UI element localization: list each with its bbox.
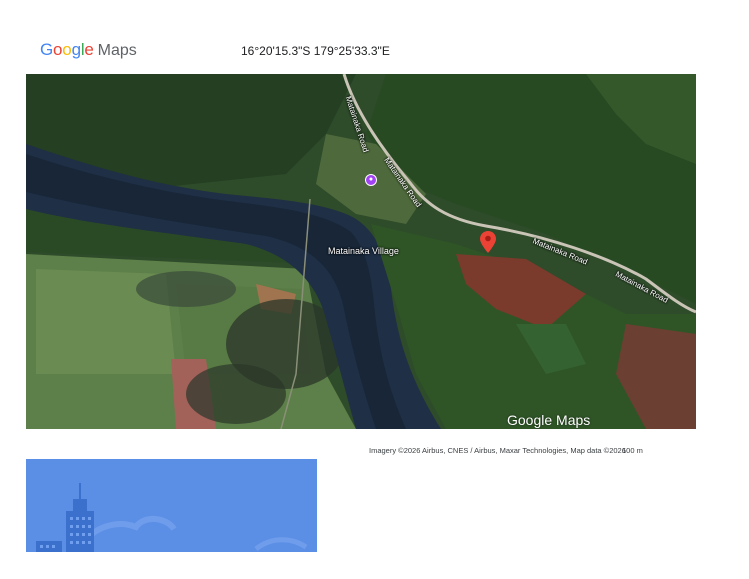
imagery-attribution: Imagery ©2026 Airbus, CNES / Airbus, Max…	[369, 446, 626, 455]
city-buildings-icon	[26, 459, 317, 552]
logo-letter-g2: g	[71, 40, 81, 59]
location-pin-icon[interactable]	[480, 231, 496, 253]
logo-letter-g1: G	[40, 40, 54, 59]
map-watermark: Google Maps	[507, 412, 591, 428]
street-view-panel[interactable]	[26, 459, 317, 552]
place-marker-icon[interactable]: ●	[365, 174, 377, 186]
logo-letter-o1: o	[53, 40, 63, 59]
header: Google Maps 16°20'15.3"S 179°25'33.3"E	[0, 0, 749, 74]
logo-maps-word: Maps	[97, 42, 137, 59]
scale-label: 100 m	[622, 446, 643, 455]
logo-letter-e: e	[84, 40, 94, 59]
place-label[interactable]: Matainaka Village	[328, 246, 399, 256]
google-maps-logo[interactable]: Google Maps	[40, 40, 137, 62]
logo-letter-o2: o	[62, 40, 72, 59]
satellite-map[interactable]: ● Matainaka Village Matainaka Road Matai…	[26, 74, 696, 429]
coordinates-text: 16°20'15.3"S 179°25'33.3"E	[241, 44, 390, 58]
